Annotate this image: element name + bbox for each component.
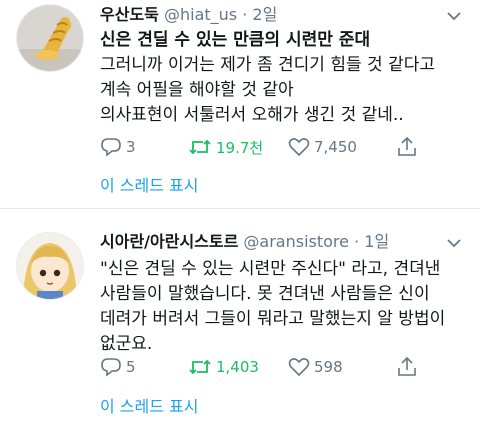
tweet-2[interactable]: 시아란/아란시스토르 @aransistore · 1일 "신은 견딜 수 있는…	[0, 209, 480, 428]
tweet-header: 시아란/아란시스토르 @aransistore · 1일	[100, 231, 440, 253]
tweet-line: 없군요.	[100, 334, 153, 354]
tweet-text: 신은 견딜 수 있는 만큼의 시련만 준대 그러니까 이거는 제가 좀 견디기 …	[100, 28, 470, 128]
like-count: 7,450	[314, 138, 357, 156]
avatar-image	[17, 233, 83, 299]
share-button[interactable]	[396, 355, 418, 379]
retweet-count: 1,403	[216, 358, 259, 376]
reply-icon	[101, 358, 121, 377]
avatar-image	[17, 5, 83, 71]
tweet-text: "신은 견딜 수 있는 시련만 주신다" 라고, 견뎌낸 사람들이 말했습니다.…	[100, 257, 470, 357]
retweet-button[interactable]: 19.7천	[188, 135, 263, 159]
tweet-line: 사람들이 말했습니다. 못 견뎌낸 사람들은 신이	[100, 284, 430, 304]
timestamp[interactable]: 1일	[364, 232, 389, 251]
tweet-actions: 3 19.7천 7,450	[96, 135, 456, 159]
reply-count: 3	[126, 138, 136, 156]
like-count: 598	[314, 358, 343, 376]
retweet-count: 19.7천	[216, 138, 264, 157]
user-handle[interactable]: @hiat_us	[164, 5, 237, 24]
reply-button[interactable]: 5	[100, 355, 136, 379]
tweet-line: 계속 어필을 해야할 것 같아	[100, 80, 294, 100]
avatar[interactable]	[16, 232, 84, 300]
tweet-line: 신은 견딜 수 있는 만큼의 시련만 준대	[100, 30, 371, 50]
avatar[interactable]	[16, 4, 84, 72]
tweet-1[interactable]: 우산도둑 @hiat_us · 2일 신은 견딜 수 있는 만큼의 시련만 준대…	[0, 0, 480, 209]
reply-count: 5	[126, 358, 136, 376]
retweet-button[interactable]: 1,403	[188, 355, 259, 379]
show-thread-link[interactable]: 이 스레드 표시	[100, 393, 199, 417]
reply-icon	[101, 138, 121, 157]
like-button[interactable]: 7,450	[288, 135, 357, 159]
retweet-icon	[189, 359, 211, 375]
heart-icon	[288, 138, 310, 157]
tweet-line: "신은 견딜 수 있는 시련만 주신다" 라고, 견뎌낸	[100, 259, 441, 279]
tweet-actions: 5 1,403 598	[96, 355, 456, 379]
user-handle[interactable]: @aransistore	[243, 232, 349, 251]
reply-button[interactable]: 3	[100, 135, 136, 159]
display-name[interactable]: 우산도둑	[100, 5, 159, 24]
tweet-line: 그러니까 이거는 제가 좀 견디기 힘들 것 같다고	[100, 55, 435, 75]
chevron-down-icon[interactable]	[444, 233, 464, 253]
timestamp[interactable]: 2일	[252, 5, 277, 24]
separator-dot: ·	[242, 5, 248, 24]
like-button[interactable]: 598	[288, 355, 343, 379]
tweet-header: 우산도둑 @hiat_us · 2일	[100, 4, 440, 26]
retweet-icon	[189, 139, 211, 155]
tweet-line: 의사표현이 서툴러서 오해가 생긴 것 같네..	[100, 105, 404, 125]
chevron-down-icon[interactable]	[444, 6, 464, 26]
display-name[interactable]: 시아란/아란시스토르	[100, 232, 238, 251]
tweet-line: 데려가 버려서 그들이 뭐라고 말했는지 알 방법이	[100, 309, 446, 329]
heart-icon	[288, 358, 310, 377]
share-button[interactable]	[396, 135, 418, 159]
separator-dot: ·	[354, 232, 360, 251]
share-icon	[398, 137, 416, 156]
share-icon	[398, 357, 416, 376]
show-thread-link[interactable]: 이 스레드 표시	[100, 172, 199, 196]
